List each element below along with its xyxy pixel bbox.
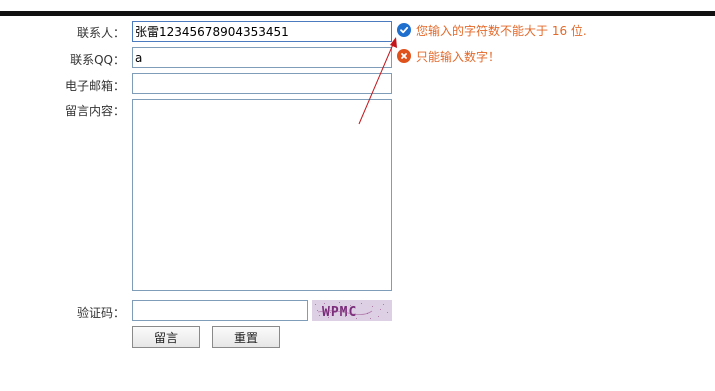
captcha-text: WPMC (322, 305, 357, 320)
qq-label: 联系QQ： (70, 53, 125, 67)
contact-validation-message: 您输入的字符数不能大于 16 位. (397, 22, 587, 38)
submit-button[interactable]: 留言 (132, 326, 200, 348)
qq-validation-message: 只能输入数字！ (397, 48, 500, 64)
contact-input[interactable]: 张雷12345678904353451 (132, 21, 392, 42)
contact-label: 联系人： (76, 26, 125, 40)
qq-validation-text: 只能输入数字！ (416, 49, 501, 64)
captcha-label: 验证码： (76, 306, 125, 320)
check-circle-icon (397, 23, 411, 37)
x-circle-icon (397, 49, 411, 63)
email-input[interactable] (132, 73, 392, 94)
captcha-image[interactable]: WPMC (312, 300, 392, 321)
captcha-input[interactable] (132, 300, 308, 321)
reset-button[interactable]: 重置 (212, 326, 280, 348)
contact-validation-text: 您输入的字符数不能大于 16 位. (416, 23, 587, 38)
message-form-page: 联系人： 张雷12345678904353451 您输入的字符数不能大于 16 … (0, 0, 715, 391)
message-textarea[interactable] (132, 99, 392, 291)
top-divider-bar (0, 11, 715, 16)
email-label: 电子邮箱： (64, 79, 125, 93)
qq-input[interactable]: a (132, 47, 392, 68)
message-label: 留言内容： (64, 104, 125, 118)
captcha-noise-graphic: WPMC (315, 302, 388, 320)
